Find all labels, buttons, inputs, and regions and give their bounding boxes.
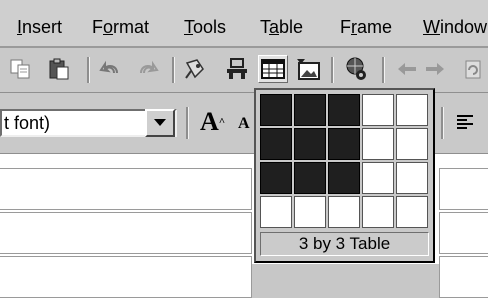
toolbar-separator [382, 57, 385, 83]
undo-icon[interactable] [96, 55, 126, 83]
table-cell[interactable] [439, 212, 488, 254]
table-grid-cell[interactable] [396, 162, 428, 194]
insert-table-picker: 3 by 3 Table [254, 88, 435, 263]
toolbar-separator [331, 57, 334, 83]
grow-font-button[interactable]: A^ [200, 109, 225, 135]
insert-picture-icon[interactable] [293, 55, 323, 83]
toolbar-separator [441, 107, 444, 139]
table-grid-cell[interactable] [362, 162, 394, 194]
menu-format[interactable]: Format [92, 17, 149, 37]
insert-table-icon[interactable] [258, 55, 288, 83]
table-grid-cell[interactable] [396, 128, 428, 160]
table-grid-cell[interactable] [328, 94, 360, 126]
table-grid-cell[interactable] [396, 196, 428, 228]
table-grid-cell[interactable] [260, 196, 292, 228]
table-grid-cell[interactable] [294, 196, 326, 228]
menu-frame[interactable]: Frame [340, 17, 392, 37]
table-cell[interactable] [439, 168, 488, 210]
toolbar-separator [186, 107, 189, 139]
table-grid-cell[interactable] [396, 94, 428, 126]
paste-icon[interactable] [44, 55, 74, 83]
table-cell[interactable] [0, 256, 252, 298]
table-grid-cell[interactable] [328, 196, 360, 228]
table-grid-cell[interactable] [328, 128, 360, 160]
toolbar-separator [87, 57, 90, 83]
table-grid-cell[interactable] [260, 128, 292, 160]
menu-window[interactable]: Window [423, 17, 487, 37]
table-grid-cell[interactable] [260, 162, 292, 194]
refresh-icon[interactable] [458, 55, 488, 83]
format-painter-icon[interactable] [180, 55, 210, 83]
table-grid-cell[interactable] [294, 94, 326, 126]
redo-icon[interactable] [132, 55, 162, 83]
forward-icon[interactable] [420, 55, 450, 83]
table-cell[interactable] [0, 168, 252, 210]
menu-table[interactable]: Table [260, 17, 303, 37]
toolbar-separator [172, 57, 175, 83]
table-grid-cell[interactable] [362, 196, 394, 228]
menu-bar: Insert Format Tools Table Frame Window [0, 0, 488, 48]
table-size-label: 3 by 3 Table [260, 232, 429, 256]
web-link-icon[interactable] [342, 55, 372, 83]
menu-tools[interactable]: Tools [184, 17, 226, 37]
standard-toolbar [0, 48, 488, 93]
table-grid-cell[interactable] [362, 94, 394, 126]
insert-frame-icon[interactable] [222, 55, 252, 83]
table-grid-cell[interactable] [260, 94, 292, 126]
copy-icon[interactable] [6, 55, 36, 83]
table-grid-cell[interactable] [328, 162, 360, 194]
shrink-font-button[interactable]: A [238, 115, 250, 133]
font-dropdown-button[interactable] [145, 109, 175, 137]
table-cell[interactable] [439, 256, 488, 298]
align-left-icon[interactable] [450, 108, 480, 136]
table-grid-cell[interactable] [294, 128, 326, 160]
back-icon[interactable] [392, 55, 422, 83]
table-size-grid[interactable] [260, 94, 428, 228]
menu-insert[interactable]: Insert [17, 17, 62, 37]
chevron-down-icon [154, 114, 166, 132]
table-grid-cell[interactable] [362, 128, 394, 160]
table-cell[interactable] [0, 212, 252, 254]
table-grid-cell[interactable] [294, 162, 326, 194]
